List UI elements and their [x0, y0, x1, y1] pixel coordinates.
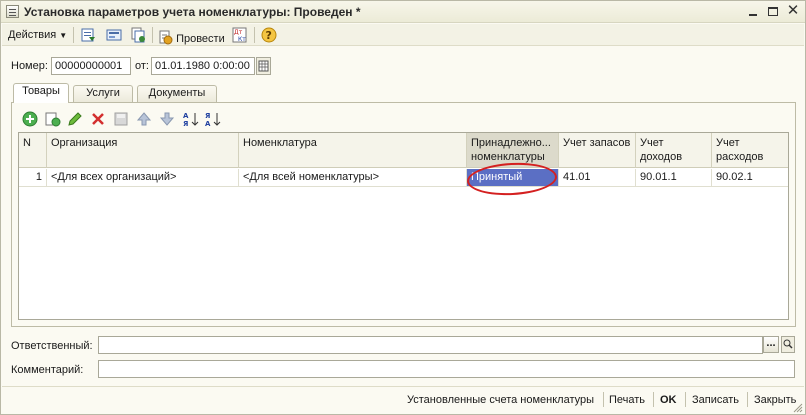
save-button[interactable]: Записать	[692, 393, 739, 407]
move-down-icon[interactable]	[159, 111, 175, 127]
column-header-n[interactable]: N	[19, 133, 47, 168]
dropdown-arrow-icon: ▼	[59, 31, 68, 40]
toolbar-separator	[152, 27, 153, 43]
toolbar-separator	[254, 27, 255, 43]
move-up-icon[interactable]	[136, 111, 152, 127]
tab-goods-label: Товары	[22, 85, 60, 97]
finish-edit-icon[interactable]	[113, 111, 129, 127]
goods-table[interactable]: N Организация Номенклатура Принадлежно..…	[18, 132, 789, 320]
print-button[interactable]: Печать	[609, 393, 645, 407]
delete-icon[interactable]	[90, 111, 106, 127]
close-window-button[interactable]: ✕	[785, 3, 801, 20]
document-window: Установка параметров учета номенклатуры:…	[0, 0, 806, 415]
ok-button[interactable]: OK	[660, 393, 677, 407]
document-icon	[6, 5, 19, 18]
maximize-button[interactable]	[765, 4, 781, 20]
help-icon[interactable]: ?	[261, 27, 277, 43]
cell-ownership[interactable]: Принятый	[467, 169, 559, 187]
tab-services-label: Услуги	[86, 87, 120, 99]
tab-documents-label: Документы	[148, 87, 206, 99]
column-header-label: Принадлежно... номенклатуры	[471, 137, 551, 163]
footer-separator	[747, 392, 748, 407]
post-label: Провести	[176, 33, 225, 45]
edit-icon[interactable]	[67, 111, 83, 127]
actions-menu-label: Действия	[8, 29, 57, 41]
title-bar: Установка параметров учета номенклатуры:…	[1, 1, 805, 23]
number-field[interactable]: 00000000001	[51, 57, 131, 75]
accounts-button[interactable]: Установленные счета номенклатуры	[407, 393, 594, 407]
svg-text:Кт: Кт	[238, 36, 246, 43]
svg-text:Я: Я	[205, 112, 210, 120]
calendar-icon[interactable]	[256, 57, 271, 75]
footer-separator	[685, 392, 686, 407]
number-label: Номер:	[11, 60, 48, 72]
column-header-label: Учет запасов	[563, 137, 631, 149]
post-button[interactable]: Провести	[157, 26, 225, 45]
responsible-label: Ответственный:	[11, 340, 93, 352]
footer-bar: Установленные счета номенклатуры Печать …	[2, 386, 804, 412]
select-responsible-button[interactable]: ...	[763, 336, 779, 353]
footer-separator	[653, 392, 654, 407]
column-header-label: Учет доходов	[640, 137, 683, 163]
date-label: от:	[135, 60, 149, 72]
comment-field[interactable]	[98, 360, 795, 378]
sort-desc-icon[interactable]: Я А	[205, 111, 221, 127]
sort-asc-icon[interactable]: А Я	[183, 111, 199, 127]
svg-text:А: А	[205, 120, 211, 127]
window-title: Установка параметров учета номенклатуры:…	[24, 5, 361, 19]
svg-text:А: А	[183, 112, 189, 120]
actions-menu-button[interactable]: Действия ▼	[8, 26, 67, 44]
cell-n[interactable]: 1	[19, 169, 47, 187]
cell-expense[interactable]: 90.02.1	[712, 169, 788, 187]
main-toolbar: Действия ▼ Провести Дт Кт ?	[2, 24, 804, 46]
cell-income[interactable]: 90.01.1	[636, 169, 712, 187]
column-header-label: N	[23, 137, 31, 149]
date-field[interactable]: 01.01.1980 0:00:00	[151, 57, 255, 75]
add-icon[interactable]	[22, 111, 38, 127]
copy-row-icon[interactable]	[45, 111, 61, 127]
post-and-close-icon[interactable]	[80, 27, 96, 43]
copy-icon[interactable]	[130, 27, 146, 43]
close-button[interactable]: Закрыть	[754, 393, 796, 407]
cell-organization[interactable]: <Для всех организаций>	[47, 169, 239, 187]
column-header-expense[interactable]: Учет расходов	[712, 133, 788, 168]
view-icon[interactable]	[106, 27, 122, 43]
tab-documents[interactable]: Документы	[137, 85, 217, 102]
column-header-label: Номенклатура	[243, 137, 317, 149]
column-header-nomenclature[interactable]: Номенклатура	[239, 133, 467, 168]
column-header-label: Учет расходов	[716, 137, 764, 163]
minimize-button[interactable]	[745, 4, 761, 20]
svg-text:Я: Я	[183, 120, 188, 127]
cell-stock[interactable]: 41.01	[559, 169, 636, 187]
resize-grip-icon[interactable]	[793, 403, 803, 413]
open-search-icon[interactable]	[781, 336, 795, 353]
column-header-income[interactable]: Учет доходов	[636, 133, 712, 168]
dt-kt-icon[interactable]: Дт Кт	[232, 27, 248, 43]
column-header-organization[interactable]: Организация	[47, 133, 239, 168]
responsible-field[interactable]	[98, 336, 763, 354]
post-icon	[159, 30, 173, 45]
column-header-ownership[interactable]: Принадлежно... номенклатуры	[467, 133, 559, 168]
toolbar-separator	[73, 27, 74, 43]
footer-separator	[603, 392, 604, 407]
comment-label: Комментарий:	[11, 364, 84, 376]
column-header-label: Организация	[51, 137, 118, 149]
tab-services[interactable]: Услуги	[73, 85, 133, 102]
svg-text:?: ?	[266, 29, 272, 42]
tab-goods[interactable]: Товары	[13, 83, 69, 103]
svg-text:Дт: Дт	[234, 29, 243, 36]
cell-nomenclature[interactable]: <Для всей номенклатуры>	[239, 169, 467, 187]
column-header-stock[interactable]: Учет запасов	[559, 133, 636, 168]
